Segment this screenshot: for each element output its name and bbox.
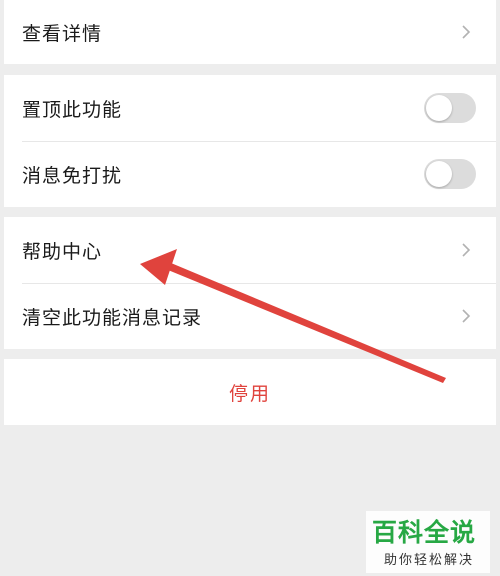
watermark-subtitle: 助你轻松解决: [384, 553, 475, 568]
help-group: 帮助中心 清空此功能消息记录: [4, 217, 496, 349]
pin-feature-row: 置顶此功能: [4, 75, 496, 141]
help-center-label: 帮助中心: [22, 240, 103, 263]
clear-history-row[interactable]: 清空此功能消息记录: [4, 283, 496, 349]
pin-feature-label: 置顶此功能: [22, 98, 123, 121]
mute-messages-label: 消息免打扰: [22, 164, 123, 187]
mute-messages-toggle[interactable]: [424, 159, 476, 189]
disable-button[interactable]: 停用: [4, 359, 496, 425]
view-details-row[interactable]: 查看详情: [4, 0, 496, 64]
view-details-label: 查看详情: [22, 22, 103, 45]
toggle-knob: [426, 161, 452, 187]
disable-label: 停用: [228, 382, 271, 405]
chevron-right-icon: [462, 25, 471, 39]
chevron-right-icon: [462, 243, 471, 257]
help-center-row[interactable]: 帮助中心: [4, 217, 496, 283]
details-group: 查看详情: [4, 0, 496, 64]
toggle-knob: [426, 95, 452, 121]
watermark-title: 百科全说: [372, 518, 477, 547]
pin-feature-toggle[interactable]: [424, 93, 476, 123]
clear-history-label: 清空此功能消息记录: [22, 306, 203, 329]
watermark-logo: 百科全说 助你轻松解决: [366, 511, 490, 573]
disable-group: 停用: [4, 359, 496, 425]
chevron-right-icon: [462, 309, 471, 323]
mute-messages-row: 消息免打扰: [4, 141, 496, 207]
toggle-group: 置顶此功能 消息免打扰: [4, 75, 496, 207]
